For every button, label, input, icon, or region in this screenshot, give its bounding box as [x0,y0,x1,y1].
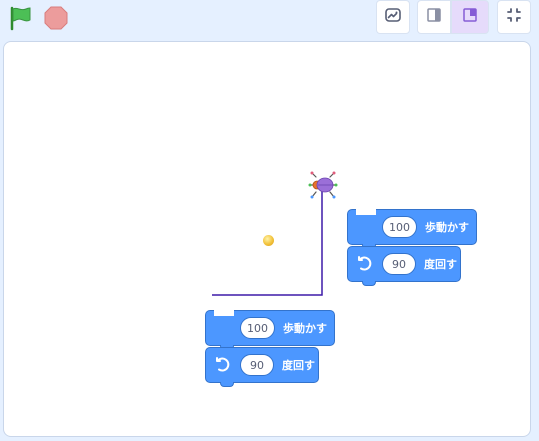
stage-canvas[interactable]: 100 歩動かす 90 度回す 100 歩動かす 90 度回す [3,41,531,437]
stop-icon[interactable] [43,5,69,31]
block-tab [362,281,376,286]
rotate-left-icon [356,255,374,273]
move-steps-label: 歩動かす [283,322,327,335]
normal-stage-button[interactable] [451,0,489,34]
normal-stage-icon [462,7,478,27]
move-steps-block[interactable]: 100 歩動かす [205,310,335,350]
steps-input[interactable]: 100 [240,317,275,339]
turn-degrees-block[interactable]: 90 度回す [205,347,319,387]
green-flag-icon[interactable] [8,5,34,31]
block-notch [356,209,376,215]
fullscreen-icon [506,7,522,27]
small-stage-icon [426,7,442,27]
degrees-input[interactable]: 90 [382,253,416,275]
fullscreen-button[interactable] [497,0,531,34]
move-steps-block[interactable]: 100 歩動かす [347,209,477,249]
degrees-input[interactable]: 90 [240,354,274,376]
move-steps-label: 歩動かす [425,221,469,234]
block-notch [214,310,234,316]
ladybug-sprite[interactable] [308,171,338,199]
block-tab [220,382,234,387]
turn-degrees-label: 度回す [424,258,457,271]
screenshot-icon [384,6,402,28]
turn-degrees-block[interactable]: 90 度回す [347,246,461,286]
turn-degrees-label: 度回す [282,359,315,372]
steps-input[interactable]: 100 [382,216,417,238]
small-stage-button[interactable] [417,0,451,34]
stage-toolbar [0,0,539,40]
screenshot-button[interactable] [376,0,410,34]
yellow-dot [263,235,274,246]
rotate-left-icon [214,356,232,374]
